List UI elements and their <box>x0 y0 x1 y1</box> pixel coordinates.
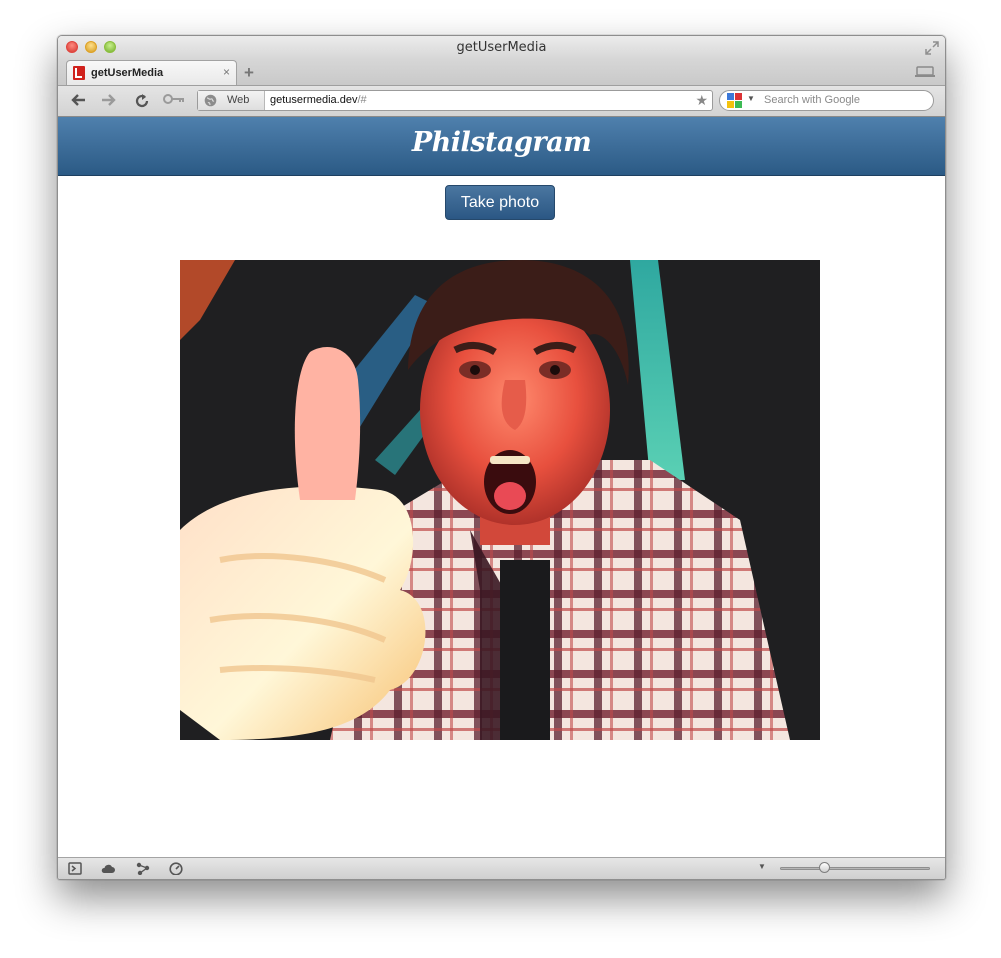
chevron-down-icon[interactable]: ▼ <box>747 94 755 103</box>
title-bar: getUserMedia <box>58 36 945 60</box>
share-icon[interactable] <box>136 862 150 875</box>
web-scope-button[interactable]: Web <box>198 91 265 110</box>
back-arrow-icon[interactable] <box>68 93 88 109</box>
status-bar: ▼ <box>58 857 945 879</box>
reload-icon[interactable] <box>132 93 152 109</box>
nav-toolbar: Web getusermedia.dev/# ★ ▼ Search with G… <box>58 86 945 117</box>
speedometer-icon[interactable] <box>169 862 183 875</box>
search-field[interactable]: ▼ Search with Google <box>719 90 934 111</box>
app-logo: Philstagram <box>411 127 592 158</box>
cloud-icon[interactable] <box>101 862 115 875</box>
take-photo-button[interactable]: Take photo <box>445 185 555 220</box>
zoom-slider-knob[interactable] <box>818 862 830 873</box>
url-text[interactable]: getusermedia.dev/# <box>270 94 367 106</box>
tab-getusermedia[interactable]: getUserMedia × <box>66 60 237 85</box>
chevron-down-icon[interactable]: ▼ <box>758 862 766 871</box>
url-host: getusermedia.dev <box>270 94 358 106</box>
tab-bar: getUserMedia × + <box>58 60 945 86</box>
close-tab-icon[interactable]: × <box>223 65 230 79</box>
url-path: /# <box>357 94 367 106</box>
tab-title: getUserMedia <box>91 67 164 79</box>
star-icon[interactable]: ★ <box>695 92 708 109</box>
app-header: Philstagram <box>58 117 945 176</box>
search-placeholder: Search with Google <box>764 94 860 106</box>
close-window-button[interactable] <box>66 41 78 53</box>
minimize-window-button[interactable] <box>85 41 97 53</box>
forward-arrow-icon[interactable] <box>99 93 119 109</box>
web-label: Web <box>227 94 250 106</box>
key-icon[interactable] <box>163 93 185 109</box>
photo-illustration <box>180 260 820 740</box>
browser-window: getUserMedia getUserMedia × + Web getuse… <box>57 35 946 880</box>
address-bar[interactable]: Web getusermedia.dev/# ★ <box>197 90 713 111</box>
tab-overview-icon[interactable] <box>915 66 935 78</box>
page-viewport: Philstagram Take photo <box>58 117 945 858</box>
console-icon[interactable] <box>68 862 82 875</box>
globe-icon <box>204 94 217 107</box>
new-tab-button[interactable]: + <box>244 63 254 83</box>
zoom-window-button[interactable] <box>104 41 116 53</box>
window-title: getUserMedia <box>456 40 547 55</box>
webcam-photo <box>180 260 820 740</box>
google-icon[interactable] <box>727 93 742 108</box>
traffic-lights <box>66 41 116 53</box>
red-document-favicon <box>73 66 85 80</box>
zoom-slider[interactable] <box>780 867 930 870</box>
fullscreen-arrows-icon[interactable] <box>925 41 939 55</box>
